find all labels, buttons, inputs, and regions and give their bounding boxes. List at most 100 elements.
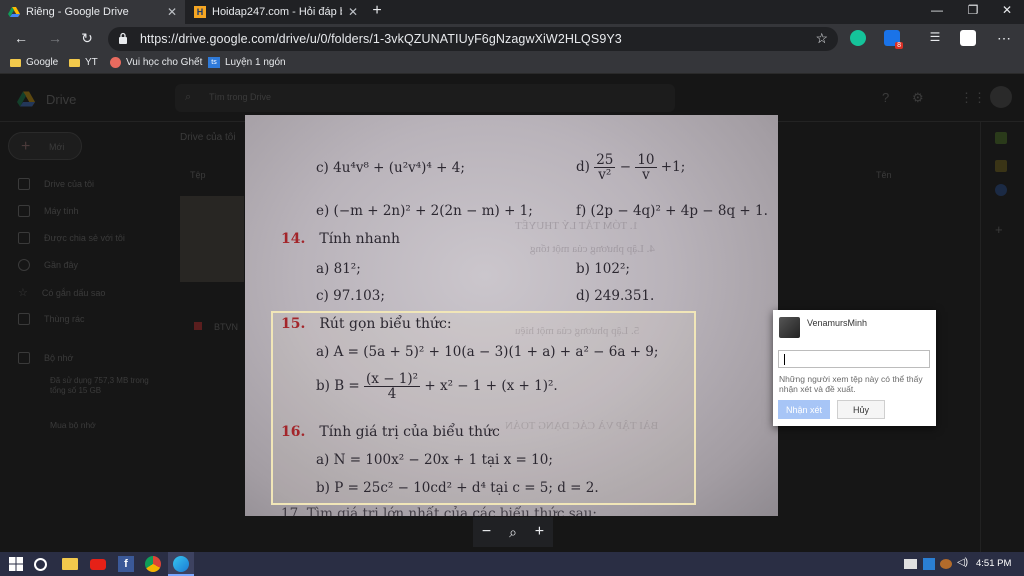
question-14c: c) 97.103;: [316, 288, 385, 304]
sidebar-item-my-drive[interactable]: Drive của tôi: [18, 178, 94, 190]
account-avatar[interactable]: [990, 86, 1012, 108]
search-icon[interactable]: [34, 558, 47, 571]
chrome-icon[interactable]: [145, 556, 161, 572]
clock-icon: [18, 259, 30, 271]
youtube-icon[interactable]: [90, 559, 106, 570]
edge-icon: [173, 556, 189, 572]
file-name[interactable]: BTVN: [214, 322, 238, 332]
sidebar-item-computers[interactable]: Máy tính: [18, 205, 79, 217]
zoom-out-icon[interactable]: −: [482, 523, 491, 541]
sidebar-item-trash[interactable]: Thùng rác: [18, 313, 85, 325]
bookmark-google[interactable]: Google: [10, 57, 58, 68]
edge-taskbar-button[interactable]: [168, 552, 194, 576]
pdf-icon: [194, 322, 202, 330]
app-tray-icon[interactable]: [940, 559, 952, 569]
windows-start-icon[interactable]: [8, 556, 24, 572]
tasks-icon[interactable]: [995, 184, 1007, 196]
question-14b: b) 102²;: [576, 261, 630, 277]
calendar-icon[interactable]: [995, 132, 1007, 144]
avatar: [779, 317, 800, 338]
network-icon[interactable]: [904, 559, 917, 569]
minimize-icon[interactable]: —: [922, 3, 952, 17]
comment-submit-button[interactable]: Nhận xét: [778, 400, 830, 419]
site-icon: [110, 57, 121, 68]
forward-icon[interactable]: →: [46, 30, 64, 46]
comment-username: VenamursMinh: [807, 318, 868, 328]
more-menu-icon[interactable]: ⋯: [995, 30, 1013, 47]
action-center-icon[interactable]: [923, 558, 935, 570]
address-bar[interactable]: https://drive.google.com/drive/u/0/folde…: [108, 27, 838, 51]
question-14: 14. Tính nhanh: [281, 231, 401, 247]
close-tab-icon[interactable]: ✕: [348, 5, 358, 19]
close-tab-icon[interactable]: ✕: [167, 5, 177, 19]
reading-list-icon[interactable]: ☰: [926, 30, 944, 44]
people-icon: [18, 232, 30, 244]
roblox-icon[interactable]: [960, 30, 976, 46]
breadcrumb[interactable]: Drive của tôi: [180, 132, 236, 143]
bookmarks-bar: Google YT Vui học cho Ghết ts Luyện 1 ngó…: [0, 54, 1024, 74]
google-drive-icon: [8, 7, 20, 17]
extension-badge: 8: [895, 42, 903, 49]
question-16: 16. Tính giá trị của biểu thức: [281, 424, 500, 440]
new-button[interactable]: + Mới: [8, 132, 82, 160]
buy-storage-link[interactable]: Mua bộ nhớ: [50, 420, 96, 430]
apps-icon[interactable]: ⋮⋮: [960, 90, 986, 106]
bookmark-vui-hoc[interactable]: Vui học cho Ghết: [110, 57, 202, 68]
tab-hoidap247[interactable]: H Hoidap247.com - Hỏi đáp bài tậ ✕: [186, 0, 366, 24]
comment-dialog: VenamursMinh Những người xem tệp này có …: [773, 310, 936, 426]
zoom-icon[interactable]: ⌕: [509, 524, 517, 541]
drive-icon: [18, 178, 30, 190]
back-icon[interactable]: ←: [12, 30, 30, 46]
comment-cancel-button[interactable]: Hủy: [837, 400, 885, 419]
trash-icon: [18, 313, 30, 325]
exercise-f: f) (2p − 4q)² + 4p − 8q + 1.: [576, 203, 768, 219]
question-15a: a) A = (5a + 5)² + 10(a − 3)(1 + a) + a²…: [316, 344, 659, 360]
file-explorer-icon[interactable]: [62, 558, 78, 570]
question-15b: b) B = (x − 1)² 4 + x² − 1 + (x + 1)².: [316, 371, 558, 403]
url-text[interactable]: https://drive.google.com/drive/u/0/folde…: [140, 32, 622, 46]
bleed-through-text: 4. Lập phương của một tổng: [530, 243, 655, 255]
plus-icon: +: [21, 138, 31, 155]
grammarly-icon[interactable]: [850, 30, 866, 46]
file-thumbnail[interactable]: [180, 196, 244, 282]
bookmark-luyen-1-ngon[interactable]: ts Luyện 1 ngón: [208, 57, 286, 68]
keep-icon[interactable]: [995, 160, 1007, 172]
question-14d: d) 249.351.: [576, 288, 655, 304]
tab-strip: Riêng - Google Drive ✕ H Hoidap247.com -…: [0, 0, 1024, 24]
storage-usage: Đã sử dụng 757,3 MB trong tổng số 15 GB: [50, 376, 149, 395]
windows-taskbar: f ◁) 4:51 PM: [0, 552, 1024, 576]
maximize-icon[interactable]: ❐: [958, 3, 988, 17]
list-header: Tệp: [190, 170, 206, 180]
storage-icon: [18, 352, 30, 364]
sidebar-item-starred[interactable]: ☆ Có gắn dấu sao: [18, 286, 105, 299]
settings-icon[interactable]: ⚙: [912, 90, 924, 106]
tab-title: Riêng - Google Drive: [26, 6, 129, 18]
tab-google-drive[interactable]: Riêng - Google Drive ✕: [0, 0, 185, 24]
facebook-icon[interactable]: f: [118, 556, 134, 572]
new-tab-icon[interactable]: +: [368, 2, 386, 20]
computer-icon: [18, 205, 30, 217]
volume-icon[interactable]: ◁): [957, 557, 973, 573]
sidebar-item-recent[interactable]: Gần đây: [18, 259, 78, 271]
star-icon: ☆: [18, 287, 28, 299]
bookmark-yt[interactable]: YT: [69, 57, 98, 68]
exercise-c: c) 4u⁴v⁸ + (u²v⁴)⁴ + 4;: [316, 160, 465, 176]
sort-label[interactable]: Tên: [876, 170, 892, 180]
sidebar-item-storage[interactable]: Bộ nhớ: [18, 352, 73, 364]
clock[interactable]: 4:51 PM: [976, 558, 1011, 569]
bookmark-star-icon[interactable]: ☆: [815, 30, 828, 47]
highlight-selection[interactable]: [271, 311, 696, 505]
reload-icon[interactable]: ↻: [78, 30, 96, 47]
zoom-in-icon[interactable]: +: [535, 523, 544, 541]
search-icon: ⌕: [185, 91, 192, 103]
search-placeholder: Tìm trong Drive: [209, 92, 272, 102]
sidebar-item-shared[interactable]: Được chia sẻ với tôi: [18, 232, 125, 244]
add-addon-icon[interactable]: +: [995, 222, 1003, 237]
drive-search-input[interactable]: ⌕ Tìm trong Drive: [175, 84, 675, 112]
help-icon[interactable]: ?: [882, 90, 889, 105]
close-window-icon[interactable]: ✕: [992, 3, 1022, 17]
folder-icon: [10, 58, 21, 67]
drive-logo-icon: [17, 91, 35, 107]
comment-input[interactable]: [778, 350, 930, 368]
extension-icon[interactable]: 8: [884, 30, 903, 49]
